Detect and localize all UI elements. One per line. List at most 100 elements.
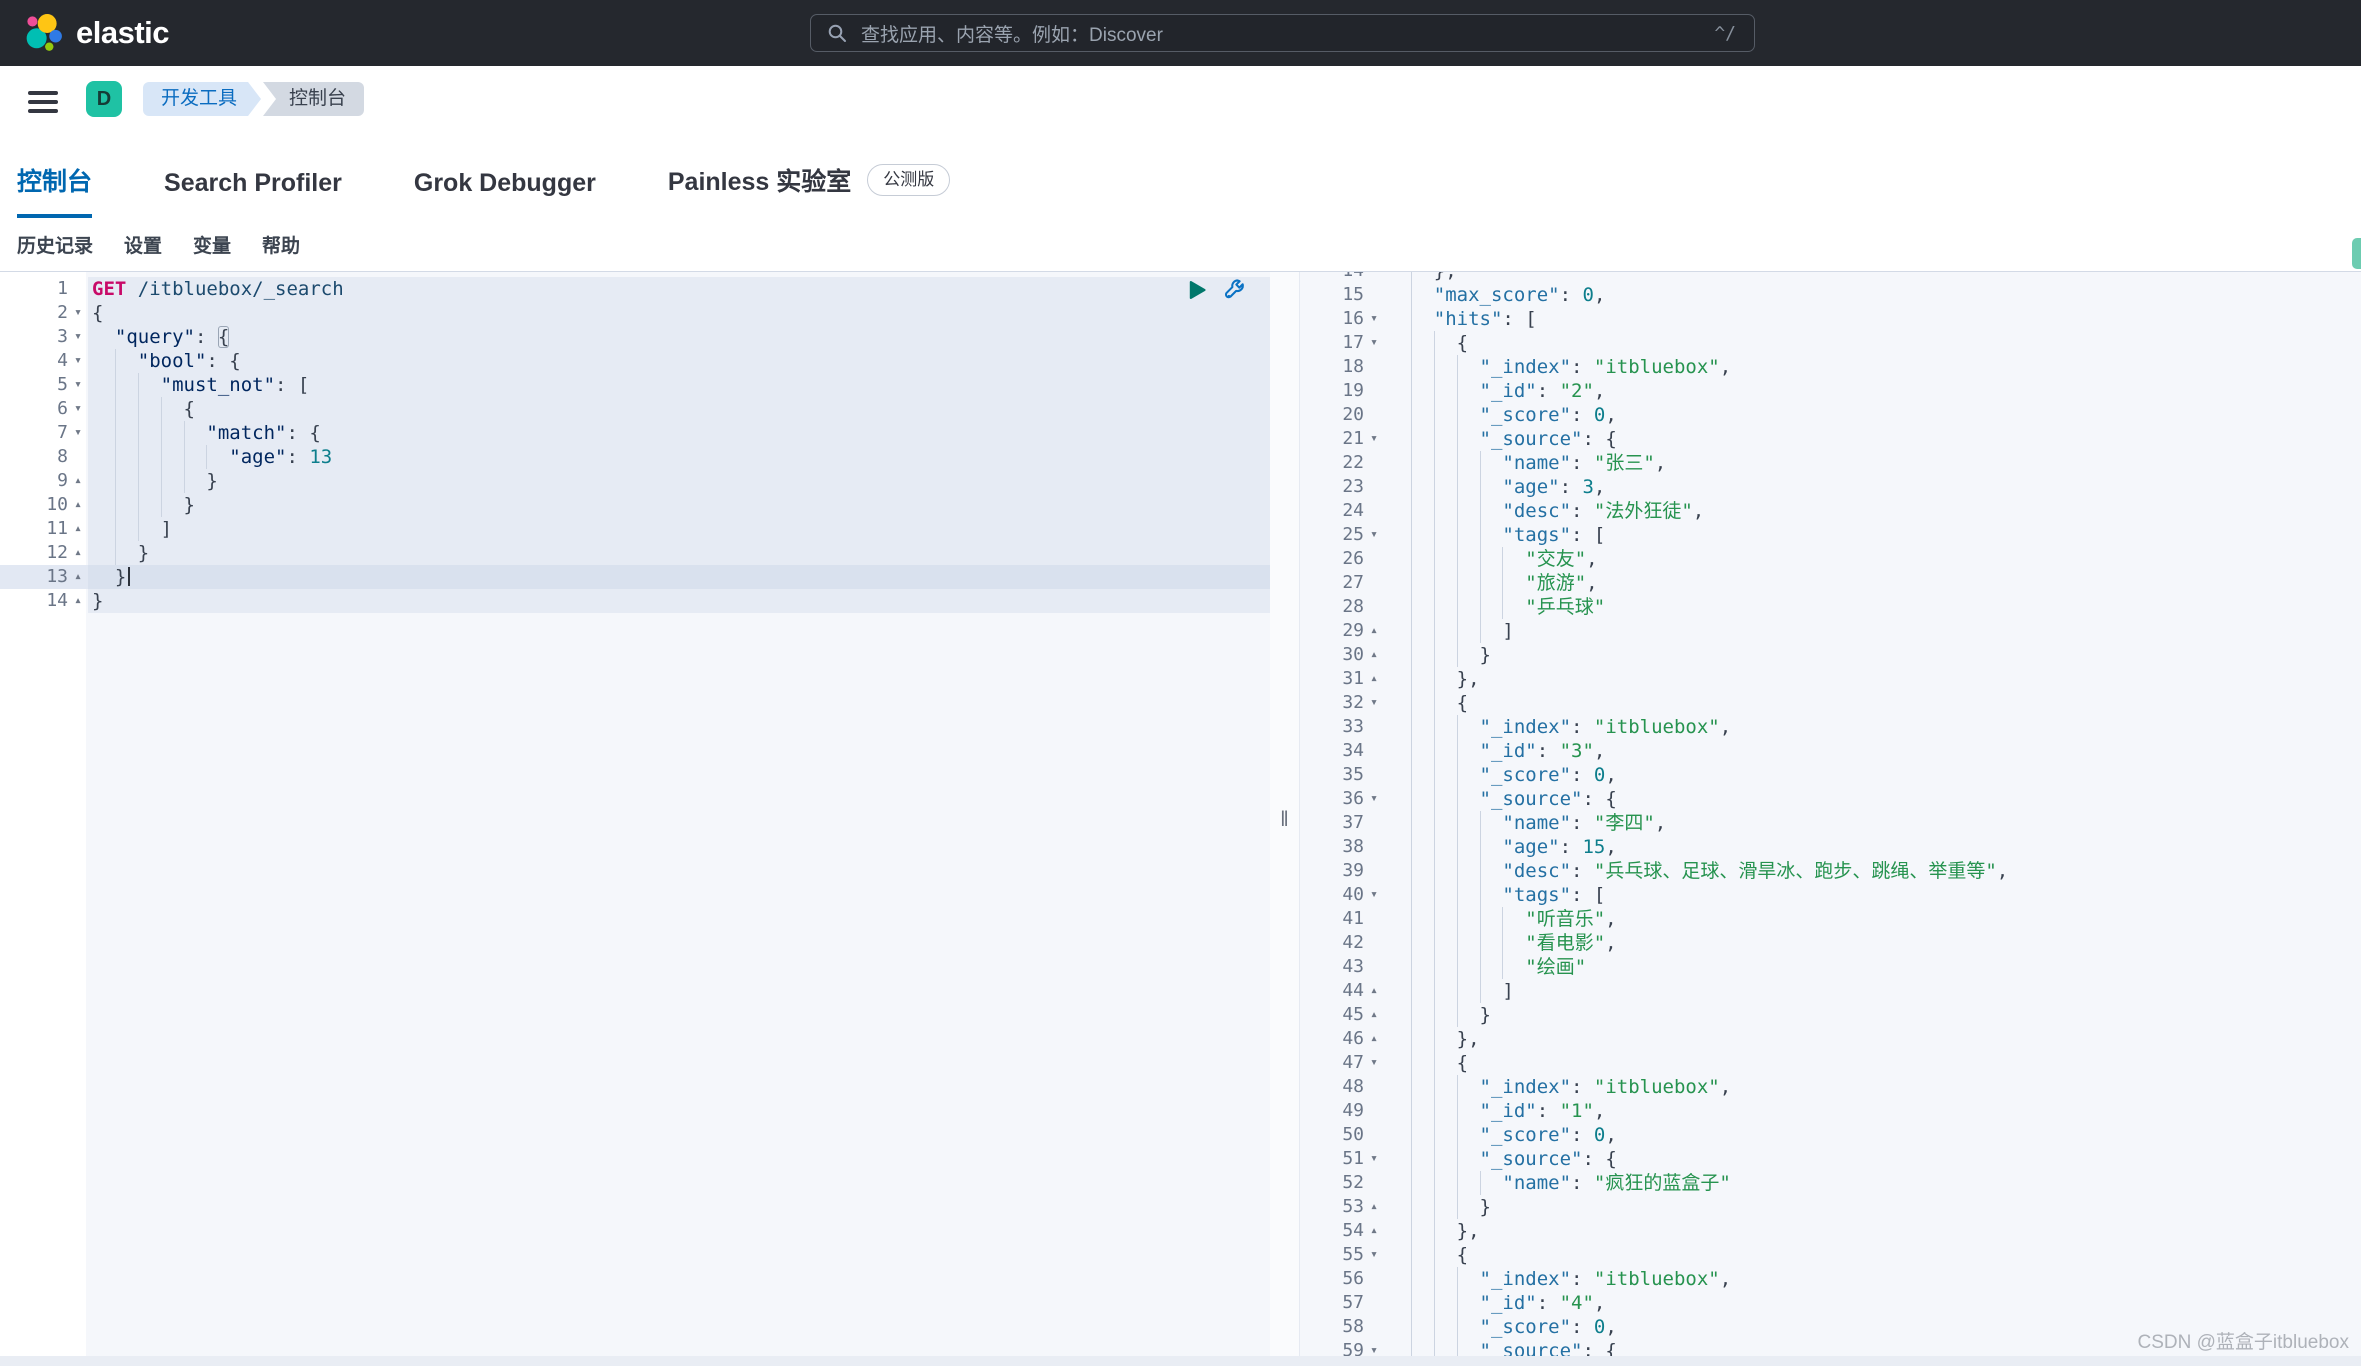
code-line[interactable]: 8 "age": 13 [0, 445, 1270, 469]
indent-guide [1502, 931, 1525, 955]
code-line[interactable]: 10 ▴} [0, 493, 1270, 517]
code-line[interactable]: 9 ▴} [0, 469, 1270, 493]
code-text: "age": 15, [1384, 835, 2361, 859]
menu-item-history[interactable]: 历史记录 [17, 231, 93, 258]
fold-toggle-icon[interactable]: ▾ [68, 397, 88, 421]
code-line[interactable]: 2 ▾{ [0, 301, 1270, 325]
fold-toggle-icon[interactable]: ▴ [68, 589, 88, 613]
token-p: { [1605, 788, 1617, 810]
code-text: }, [1384, 272, 2361, 283]
indent-guide [114, 445, 138, 469]
code-line[interactable]: 11 ▴] [0, 517, 1270, 541]
fold-toggle-icon[interactable]: ▾ [68, 325, 88, 349]
global-search-input[interactable]: 查找应用、内容等。例如：Discover ^/ [810, 14, 1755, 52]
indent-guide [1410, 1171, 1434, 1195]
fold-toggle-icon[interactable]: ▾ [68, 421, 88, 445]
token-n: 3 [1582, 476, 1594, 498]
code-line[interactable]: 7 ▾ "match": { [0, 421, 1270, 445]
indent-guide [92, 349, 115, 373]
line-number: 16 [1342, 308, 1364, 329]
indent-guide [1479, 907, 1503, 931]
code-line[interactable]: 4 ▾ "bool": { [0, 349, 1270, 373]
token-k: "desc" [1502, 860, 1572, 882]
indent-guide [1433, 1123, 1457, 1147]
indent-guide [1388, 1219, 1411, 1243]
code-line[interactable]: 5 ▾ "must_not": [ [0, 373, 1270, 397]
fold-toggle-icon[interactable]: ▾ [68, 349, 88, 373]
fold-toggle-icon[interactable]: ▴ [1364, 1219, 1384, 1243]
fold-toggle-icon[interactable]: ▴ [1364, 979, 1384, 1003]
menu-item-settings[interactable]: 设置 [124, 231, 162, 258]
code-line[interactable]: 14 ▴} [0, 589, 1270, 613]
tab-grok-debugger[interactable]: Grok Debugger [414, 169, 596, 218]
indent-guide [1433, 1003, 1457, 1027]
indent-guide [114, 397, 138, 421]
token-p: , [1692, 500, 1705, 522]
line-number: 19 [1342, 380, 1364, 401]
fold-toggle-icon[interactable]: ▴ [1364, 619, 1384, 643]
send-request-play-button[interactable] [1184, 277, 1210, 303]
tab-painless-lab[interactable]: Painless 实验室 公测版 [668, 162, 951, 218]
code-text: "_score": 0, [1384, 403, 2361, 427]
fold-toggle-icon[interactable]: ▴ [1364, 1027, 1384, 1051]
fold-toggle-icon[interactable]: ▾ [1364, 1243, 1384, 1267]
menu-item-variables[interactable]: 变量 [193, 231, 231, 258]
fold-gutter-spacer [1364, 403, 1384, 427]
fold-toggle-icon[interactable]: ▾ [68, 373, 88, 397]
screen-edge-tab[interactable] [2352, 238, 2361, 269]
fold-toggle-icon[interactable]: ▴ [68, 493, 88, 517]
indent-guide [1456, 355, 1480, 379]
fold-toggle-icon[interactable]: ▾ [1364, 523, 1384, 547]
code-line[interactable]: 12 ▴} [0, 541, 1270, 565]
token-k: "_index" [1479, 356, 1572, 378]
fold-toggle-icon[interactable]: ▴ [68, 469, 88, 493]
breadcrumb-dev-tools[interactable]: 开发工具 [143, 82, 261, 116]
request-options-wrench-button[interactable] [1222, 277, 1248, 303]
fold-toggle-icon[interactable]: ▾ [68, 301, 88, 325]
indent-guide [1456, 451, 1480, 475]
menu-hamburger-icon[interactable] [28, 91, 58, 113]
code-text: ] [1384, 979, 2361, 1003]
elastic-logo[interactable]: elastic [24, 13, 170, 53]
tab-console[interactable]: 控制台 [17, 162, 93, 218]
fold-toggle-icon[interactable]: ▾ [1364, 427, 1384, 451]
menu-item-help[interactable]: 帮助 [262, 231, 300, 258]
code-text: "_source": { [1384, 787, 2361, 811]
indent-guide [1479, 619, 1503, 643]
fold-toggle-icon[interactable]: ▴ [1364, 1195, 1384, 1219]
fold-toggle-icon[interactable]: ▾ [1364, 307, 1384, 331]
fold-toggle-icon[interactable]: ▾ [1364, 1339, 1384, 1363]
tab-search-profiler[interactable]: Search Profiler [164, 169, 342, 218]
fold-toggle-icon[interactable]: ▴ [68, 517, 88, 541]
token-n: 0 [1593, 404, 1606, 426]
pane-resize-handle[interactable]: ‖ [1270, 272, 1300, 1366]
code-line[interactable]: 13 ▴} [0, 565, 1270, 589]
fold-toggle-icon[interactable]: ▾ [1364, 1051, 1384, 1075]
token-n: 0 [1582, 284, 1594, 306]
fold-toggle-icon[interactable]: ▾ [1364, 691, 1384, 715]
fold-toggle-icon[interactable]: ▴ [68, 541, 88, 565]
code-line[interactable]: 6 ▾ { [0, 397, 1270, 421]
fold-toggle-icon[interactable]: ▴ [1364, 667, 1384, 691]
request-editor-pane[interactable]: 1 GET /itbluebox/_search 2 ▾{3 ▾ "query": {4 ▾… [0, 272, 1270, 1366]
code-line[interactable]: 1 GET /itbluebox/_search [0, 277, 1270, 301]
indent-guide [1388, 1051, 1411, 1075]
fold-toggle-icon[interactable]: ▾ [1364, 787, 1384, 811]
space-avatar[interactable]: D [86, 81, 122, 117]
fold-toggle-icon[interactable]: ▴ [1364, 1003, 1384, 1027]
code-line[interactable]: 3 ▾ "query": { [0, 325, 1270, 349]
breadcrumb-bar: D 开发工具 控制台 [0, 66, 2361, 132]
line-number: 48 [1342, 1076, 1364, 1097]
indent-guide [1388, 931, 1411, 955]
token-p: , [1593, 284, 1606, 306]
fold-toggle-icon[interactable]: ▾ [1364, 1147, 1384, 1171]
fold-gutter-spacer [1364, 739, 1384, 763]
fold-toggle-icon[interactable]: ▾ [1364, 331, 1384, 355]
code-line: 26 "交友", [1300, 547, 2361, 571]
indent-guide [1388, 571, 1411, 595]
token-p: } [114, 566, 127, 588]
token-p: , [1605, 1316, 1617, 1338]
fold-toggle-icon[interactable]: ▾ [1364, 883, 1384, 907]
fold-toggle-icon[interactable]: ▴ [1364, 643, 1384, 667]
fold-toggle-icon[interactable]: ▴ [68, 565, 88, 589]
